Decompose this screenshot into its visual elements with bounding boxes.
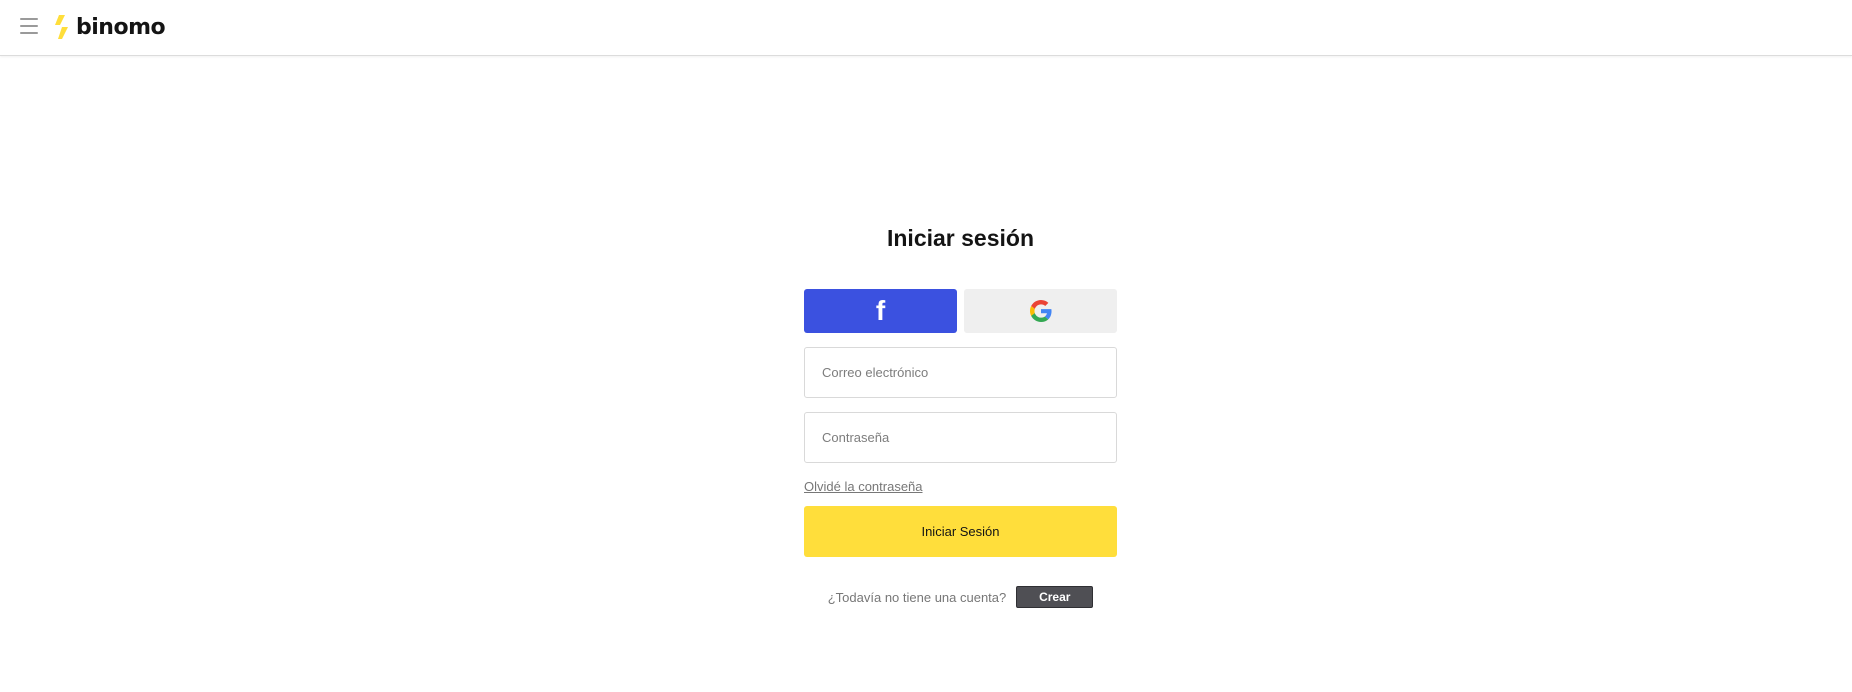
logo-text: binomo: [76, 14, 166, 40]
brand-logo[interactable]: binomo: [52, 12, 166, 42]
menu-bar: [20, 25, 38, 27]
password-field[interactable]: [804, 412, 1117, 463]
hamburger-menu-icon[interactable]: [20, 17, 38, 35]
email-input[interactable]: [820, 364, 1101, 381]
menu-bar: [20, 18, 38, 20]
lightning-bolt-icon: [55, 15, 68, 39]
facebook-login-button[interactable]: f: [804, 289, 957, 333]
signup-prompt: ¿Todavía no tiene una cuenta?: [827, 589, 1007, 605]
email-field[interactable]: [804, 347, 1117, 398]
facebook-icon: f: [875, 295, 886, 326]
menu-bar: [20, 32, 38, 34]
forgot-password-link[interactable]: Olvidé la contraseña: [804, 479, 923, 494]
social-login-row: f: [804, 289, 1117, 333]
google-login-button[interactable]: [964, 289, 1117, 333]
signup-row: ¿Todavía no tiene una cuenta? Crear: [804, 586, 1117, 608]
page-title: Iniciar sesión: [886, 225, 1034, 251]
google-icon: [1029, 300, 1052, 322]
password-input[interactable]: [820, 429, 1101, 446]
login-form: Iniciar sesión f Olvidé la contraseña In…: [804, 218, 1117, 608]
top-header: binomo: [0, 0, 1852, 56]
create-account-button[interactable]: Crear: [1016, 586, 1094, 608]
login-submit-button[interactable]: Iniciar Sesión: [804, 506, 1117, 557]
